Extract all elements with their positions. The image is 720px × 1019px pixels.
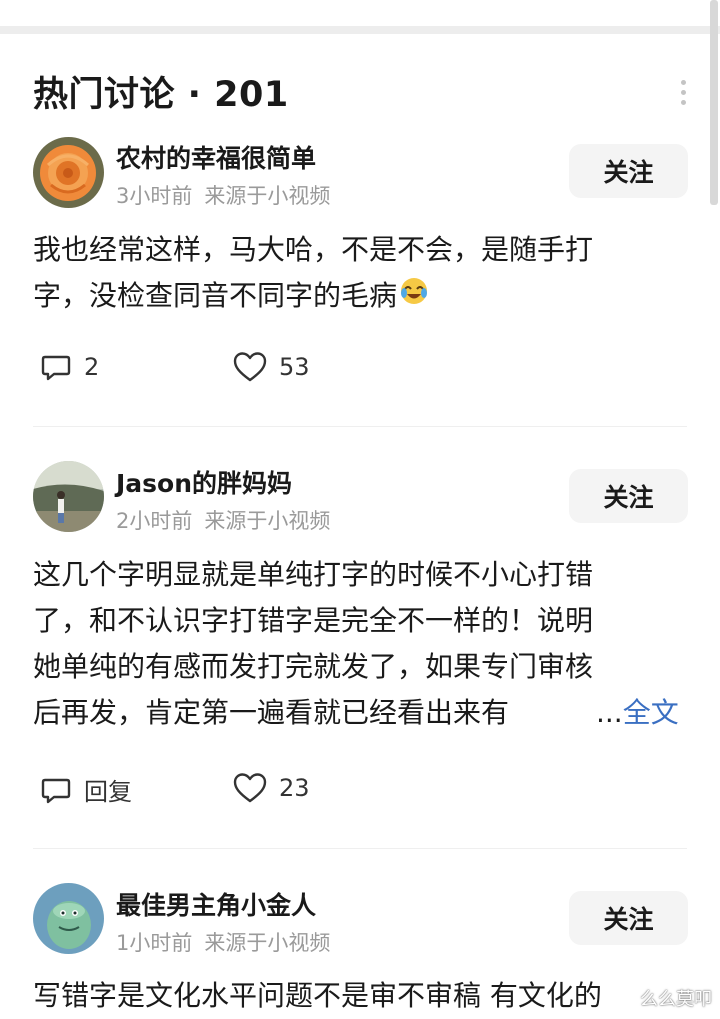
comment-meta: 2小时前 来源于小视频 <box>116 505 330 535</box>
comment-line-wrap: 后再发，肯定第一遍看就已经看出来有 ...全文 <box>33 690 693 736</box>
comment-actions: 回复 23 <box>40 772 680 808</box>
avatar[interactable] <box>33 883 104 954</box>
heart-icon <box>233 773 267 803</box>
comment-bubble-icon <box>41 355 71 381</box>
top-band <box>0 0 720 26</box>
username[interactable]: Jason的胖妈妈 <box>116 464 292 500</box>
username[interactable]: 农村的幸福很简单 <box>116 139 316 175</box>
source-label: 来源于小视频 <box>204 931 331 955</box>
reply-button[interactable]: 2 <box>40 351 99 383</box>
comment-line: 我也经常这样，马大哈，不是不会，是随手打 <box>33 233 594 266</box>
source-label: 来源于小视频 <box>204 184 331 208</box>
like-button[interactable]: 53 <box>233 351 310 383</box>
crying-laughing-emoji-icon <box>399 274 429 320</box>
comment-meta: 1小时前 来源于小视频 <box>116 927 330 957</box>
divider <box>33 848 687 849</box>
full-text-link[interactable]: 全文 <box>623 696 679 729</box>
timestamp: 2小时前 <box>116 509 193 533</box>
follow-button[interactable]: 关注 <box>569 144 688 198</box>
ellipsis: ... <box>596 696 623 729</box>
avatar[interactable] <box>33 137 104 208</box>
heart-icon <box>233 352 267 382</box>
source-label: 来源于小视频 <box>204 509 331 533</box>
watermark: 么么莫叩 <box>640 989 712 1010</box>
like-count: 23 <box>279 774 310 802</box>
discussion-title: 热门讨论 · 201 <box>33 75 289 115</box>
comment-text: 写错字是文化水平问题不是审不审稿 有文化的 <box>33 973 693 1019</box>
top-separator <box>0 26 720 34</box>
comment-line: 这几个字明显就是单纯打字的时候不小心打错 <box>33 558 594 591</box>
timestamp: 3小时前 <box>116 184 193 208</box>
comment-line: 写错字是文化水平问题不是审不审稿 有文化的 <box>33 979 602 1012</box>
comment-bubble-icon <box>41 778 71 803</box>
follow-button[interactable]: 关注 <box>569 891 688 945</box>
scrollbar[interactable] <box>710 0 718 205</box>
comment-text: 我也经常这样，马大哈，不是不会，是随手打 字，没检查同音不同字的毛病 <box>33 227 693 319</box>
avatar-cartoon-image <box>33 883 104 954</box>
username[interactable]: 最佳男主角小金人 <box>116 886 316 922</box>
timestamp: 1小时前 <box>116 931 193 955</box>
comment-text: 这几个字明显就是单纯打字的时候不小心打错 了，和不认识字打错字是完全不一样的！说… <box>33 552 693 736</box>
like-button[interactable]: 23 <box>233 772 310 804</box>
comment-line: 后再发，肯定第一遍看就已经看出来有 <box>33 696 510 729</box>
reply-button[interactable]: 回复 <box>40 772 132 807</box>
comment-line: 她单纯的有感而发打完就发了，如果专门审核 <box>33 650 594 683</box>
avatar-photo-image <box>33 461 104 532</box>
avatar-flower-image <box>33 137 104 208</box>
avatar[interactable] <box>33 461 104 532</box>
comment-meta: 3小时前 来源于小视频 <box>116 180 330 210</box>
reply-label: 回复 <box>84 778 132 806</box>
like-count: 53 <box>279 353 310 381</box>
reply-count: 2 <box>84 353 100 381</box>
divider <box>33 426 687 427</box>
comment-line-wrap: 字，没检查同音不同字的毛病 <box>33 273 693 319</box>
follow-button[interactable]: 关注 <box>569 469 688 523</box>
more-options-icon[interactable] <box>676 80 690 110</box>
comment-actions: 2 53 <box>40 351 680 387</box>
comment-line: 字，没检查同音不同字的毛病 <box>33 279 398 312</box>
comment-line: 了，和不认识字打错字是完全不一样的！说明 <box>33 604 594 637</box>
